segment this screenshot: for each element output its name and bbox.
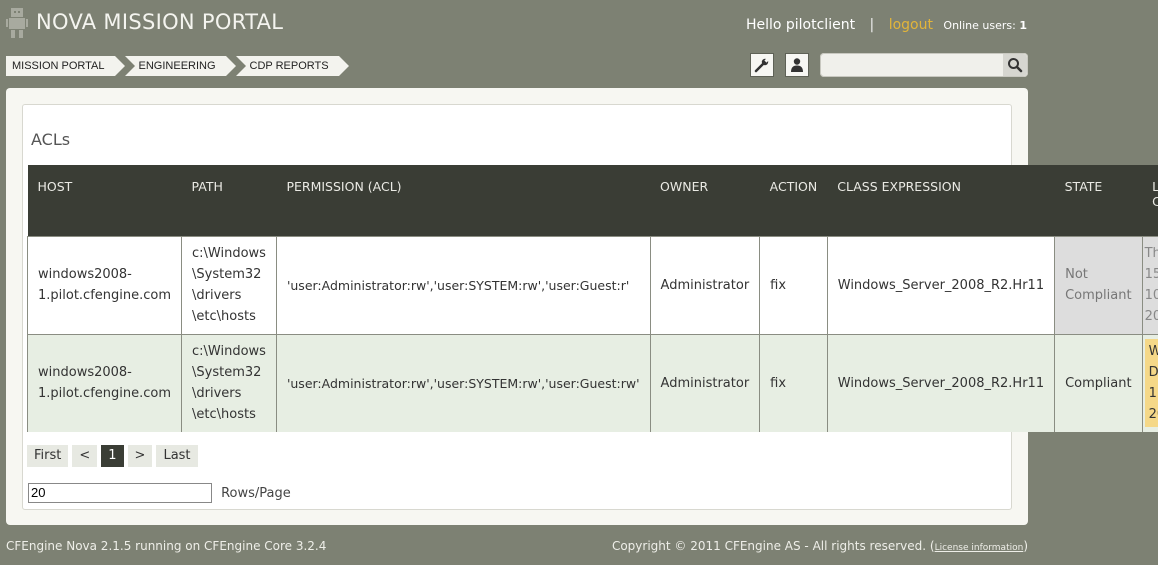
copyright: Copyright © 2011 CFEngine AS - All right… (612, 539, 1028, 553)
path-line: c:\Windows (192, 246, 266, 261)
path-line: \drivers (192, 288, 242, 303)
rows-per-page-input[interactable] (28, 482, 212, 503)
last-change-line: Thu (1144, 246, 1158, 261)
path-line: \System32 (192, 267, 262, 282)
column-header-permission[interactable]: PERMISSION (ACL) (276, 165, 651, 236)
pager-last-button[interactable]: Last (156, 445, 198, 467)
breadcrumb-mission-portal[interactable]: MISSION PORTAL (6, 56, 124, 76)
copyright-close: ) (1023, 539, 1028, 553)
logout-link[interactable]: logout (889, 17, 933, 33)
user-icon (791, 58, 803, 72)
magnifier-icon (1008, 58, 1023, 73)
cell-action: fix (759, 333, 828, 432)
column-header-class-expression[interactable]: CLASS EXPRESSION (827, 165, 1055, 236)
cell-path: c:\Windows \System32 \drivers \etc\hosts (181, 333, 277, 432)
table-row: windows2008-1.pilot.cfengine.com c:\Wind… (27, 235, 1158, 335)
greeting: Hello pilotclient (745, 17, 856, 33)
last-change-line: 201 (1148, 407, 1158, 422)
state-line: Compliant (1065, 288, 1132, 303)
cell-owner: Administrator (649, 235, 761, 335)
column-header-path[interactable]: PATH (181, 165, 277, 236)
copyright-text: Copyright © 2011 CFEngine AS - All right… (611, 539, 935, 553)
separator: | (869, 17, 875, 33)
rows-per-page-label: Rows/Page (221, 486, 291, 501)
last-change-line: 11: (1148, 386, 1158, 401)
version-info: CFEngine Nova 2.1.5 running on CFEngine … (6, 539, 327, 553)
table-header-row: HOST PATH PERMISSION (ACL) OWNER ACTION … (27, 165, 1158, 236)
path-line: \etc\hosts (192, 407, 256, 422)
license-link[interactable]: License information (935, 543, 1024, 553)
last-change-line: 201 (1144, 309, 1158, 324)
pagination: First < 1 > Last (27, 445, 198, 467)
wrench-icon (754, 58, 769, 73)
cell-state: Not Compliant (1054, 235, 1143, 335)
cell-action: fix (759, 235, 828, 335)
pager-first-button[interactable]: First (27, 445, 69, 467)
cell-permission: 'user:Administrator:rw','user:SYSTEM:rw'… (275, 235, 651, 335)
path-line: c:\Windows (192, 344, 266, 359)
search-box (820, 53, 1028, 77)
search-input[interactable] (824, 55, 1000, 75)
cell-host: windows2008-1.pilot.cfengine.com (27, 235, 183, 335)
last-change-line: 15 (1144, 267, 1158, 282)
last-change-line: We (1148, 344, 1158, 359)
column-header-last-change[interactable]: LAST CHANGE (1142, 165, 1158, 236)
path-line: \etc\hosts (192, 309, 256, 324)
cell-owner: Administrator (649, 333, 761, 432)
path-line: \System32 (192, 365, 262, 380)
state-line: Not (1065, 267, 1088, 282)
column-header-action[interactable]: ACTION (759, 165, 828, 236)
column-header-host[interactable]: HOST (27, 165, 182, 236)
search-button[interactable] (1003, 54, 1027, 76)
online-users-count: 1 (1019, 19, 1027, 32)
breadcrumb: MISSION PORTAL ENGINEERING CDP REPORTS (6, 56, 349, 76)
user-button[interactable] (785, 53, 809, 77)
table-row: windows2008-1.pilot.cfengine.com c:\Wind… (27, 333, 1158, 432)
user-bar: Hello pilotclient | logout Online users:… (746, 17, 1027, 33)
column-header-state[interactable]: STATE (1054, 165, 1143, 236)
pager-prev-button[interactable]: < (72, 445, 98, 467)
pager-current-page[interactable]: 1 (101, 445, 124, 467)
cell-permission: 'user:Administrator:rw','user:SYSTEM:rw'… (275, 333, 651, 432)
acl-table: HOST PATH PERMISSION (ACL) OWNER ACTION … (27, 165, 1158, 432)
last-change-line: 10: (1144, 288, 1158, 303)
app-title: NOVA MISSION PORTAL (36, 10, 284, 34)
cell-last-change: Thu 15 10: 201 (1141, 235, 1158, 335)
column-header-owner[interactable]: OWNER (650, 165, 760, 236)
cell-class-expression: Windows_Server_2008_R2.Hr11 (826, 333, 1056, 432)
cell-state: Compliant (1054, 333, 1143, 432)
last-change-line: Dec (1148, 365, 1158, 380)
tools-button[interactable] (750, 53, 774, 77)
rows-per-page: Rows/Page (28, 482, 291, 503)
cell-host: windows2008-1.pilot.cfengine.com (27, 333, 183, 432)
cell-class-expression: Windows_Server_2008_R2.Hr11 (826, 235, 1056, 335)
page-title: ACLs (31, 130, 71, 149)
last-change-highlight: We Dec 11: 201 (1144, 339, 1158, 427)
cell-last-change: We Dec 11: 201 (1141, 333, 1158, 432)
header: NOVA MISSION PORTAL Hello pilotclient | … (0, 0, 1158, 50)
breadcrumb-engineering[interactable]: ENGINEERING (124, 56, 236, 76)
pager-next-button[interactable]: > (127, 445, 153, 467)
acl-table-container: HOST PATH PERMISSION (ACL) OWNER ACTION … (27, 165, 1158, 432)
online-users-label: Online users: (943, 19, 1016, 32)
robot-logo-icon (6, 8, 28, 38)
breadcrumb-cdp-reports[interactable]: CDP REPORTS (235, 56, 349, 76)
path-line: \drivers (192, 386, 242, 401)
cell-path: c:\Windows \System32 \drivers \etc\hosts (181, 235, 277, 335)
online-users: Online users: 1 (943, 19, 1027, 32)
